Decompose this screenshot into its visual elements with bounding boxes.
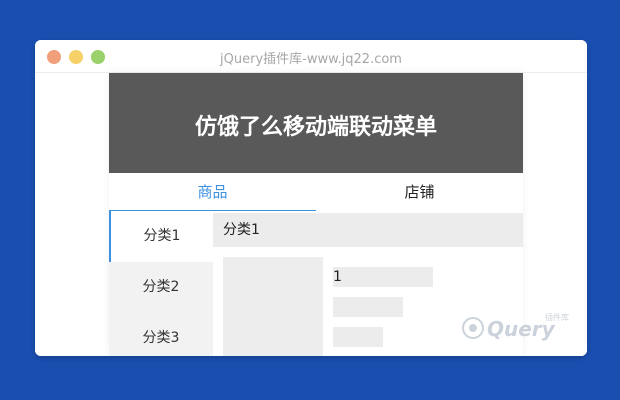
window-content: 仿饿了么移动端联动菜单 商品 店铺 分类1 分类2 分类3 分类1 1 Quer… — [35, 73, 587, 356]
page-background: jQuery插件库-www.jq22.com 仿饿了么移动端联动菜单 商品 店铺… — [0, 0, 620, 400]
tab-goods[interactable]: 商品 — [109, 173, 316, 211]
page-title: 仿饿了么移动端联动菜单 — [194, 115, 437, 140]
browser-window: jQuery插件库-www.jq22.com 仿饿了么移动端联动菜单 商品 店铺… — [35, 40, 587, 356]
jquery-logo-watermark: Query 插件库 — [457, 308, 577, 348]
window-title: jQuery插件库-www.jq22.com — [220, 52, 402, 67]
app-header: 仿饿了么移动端联动菜单 — [109, 73, 523, 173]
tab-shop[interactable]: 店铺 — [316, 173, 523, 211]
product-price-placeholder — [333, 327, 383, 347]
category-item-3[interactable]: 分类3 — [109, 313, 213, 356]
jquery-logo-icon: Query 插件库 — [462, 312, 569, 341]
product-image-placeholder[interactable] — [223, 257, 323, 356]
product-description-placeholder — [333, 297, 403, 317]
category-item-2[interactable]: 分类2 — [109, 262, 213, 313]
category-sidebar: 分类1 分类2 分类3 — [109, 211, 213, 356]
category-item-1[interactable]: 分类1 — [109, 211, 213, 262]
product-name: 1 — [333, 267, 433, 287]
tab-bar: 商品 店铺 — [109, 173, 523, 211]
window-titlebar: jQuery插件库-www.jq22.com — [35, 40, 587, 73]
section-header: 分类1 — [213, 213, 523, 247]
svg-text:插件库: 插件库 — [545, 312, 569, 322]
